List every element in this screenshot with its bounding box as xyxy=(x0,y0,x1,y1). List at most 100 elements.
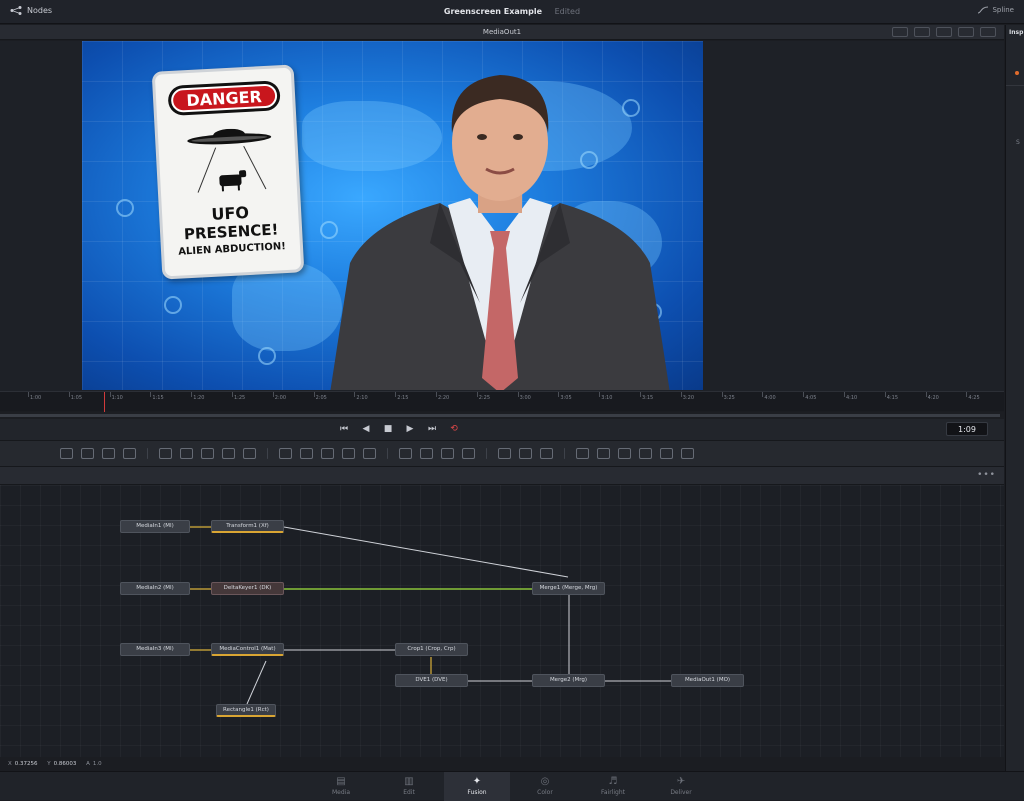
renderer3d-tool-icon[interactable] xyxy=(639,448,652,459)
image3d-tool-icon[interactable] xyxy=(681,448,694,459)
particle-emitter-tool-icon[interactable] xyxy=(498,448,511,459)
spline-toggle[interactable]: Spline xyxy=(978,6,1014,14)
node-deltakeyer1[interactable]: DeltaKeyer1 (DK) xyxy=(211,582,284,595)
ruler-tick xyxy=(436,392,437,397)
inspector-label[interactable]: Insp xyxy=(1009,29,1023,36)
ruler-tick xyxy=(517,392,519,397)
viewer-layout-icon[interactable] xyxy=(892,27,908,37)
particle-tool-icon[interactable] xyxy=(540,448,553,459)
wire-rectangle1-mediacontrol1 xyxy=(246,660,267,705)
viewer-more-icon[interactable] xyxy=(980,27,996,37)
page-tab-media[interactable]: ▤ Media xyxy=(308,772,374,801)
node-merge1[interactable]: Merge1 (Merge, Mrg) xyxy=(532,582,605,595)
page-tab-fusion[interactable]: ✦ Fusion xyxy=(444,772,510,801)
viewer-header: MediaOut1 xyxy=(0,25,1004,40)
node-mediaout1[interactable]: MediaOut1 (MO) xyxy=(671,674,744,687)
paint-tool-icon[interactable] xyxy=(123,448,136,459)
polygon-mask-tool-icon[interactable] xyxy=(441,448,454,459)
toolbar-separator xyxy=(486,448,487,459)
fairlight-page-icon: ♬ xyxy=(608,776,618,787)
status-y-value: 0.86003 xyxy=(53,761,77,767)
ruler-tick xyxy=(803,392,805,397)
scrub-bar[interactable] xyxy=(0,412,1004,419)
node-mediain1[interactable]: MediaIn1 (MI) xyxy=(120,520,190,533)
droplet-tool-icon[interactable] xyxy=(243,448,256,459)
shape3d-tool-icon[interactable] xyxy=(576,448,589,459)
node-editor-more-icon[interactable]: ••• xyxy=(977,470,996,480)
node-dve1[interactable]: DVE1 (DVE) xyxy=(395,674,468,687)
text-tool-icon[interactable] xyxy=(102,448,115,459)
page-tab-fairlight[interactable]: ♬ Fairlight xyxy=(580,772,646,801)
viewer-tools xyxy=(892,27,996,37)
node-mediain3[interactable]: MediaIn3 (MI) xyxy=(120,643,190,656)
loader-tool-icon[interactable] xyxy=(279,448,292,459)
node-transform1[interactable]: Transform1 (Xf) xyxy=(211,520,284,533)
page-tab-color[interactable]: ◎ Color xyxy=(512,772,578,801)
circle-mask-tool-icon[interactable] xyxy=(159,448,172,459)
node-mediacontrol1[interactable]: MediaControl1 (Mat) xyxy=(211,643,284,656)
edit-page-icon: ▥ xyxy=(404,776,414,787)
merge-tool-icon[interactable] xyxy=(321,448,334,459)
node-mediain2[interactable]: MediaIn2 (MI) xyxy=(120,582,190,595)
rectangle-tool-icon[interactable] xyxy=(399,448,412,459)
status-a-value: 1.0 xyxy=(92,761,102,767)
ruler-tick-label: 3:25 xyxy=(723,395,735,401)
viewer-scale-icon[interactable] xyxy=(914,27,930,37)
light3d-tool-icon[interactable] xyxy=(618,448,631,459)
ellipse-mask-tool-icon[interactable] xyxy=(420,448,433,459)
ruler-tick xyxy=(68,392,70,397)
ruler-tick-label: 4:00 xyxy=(764,395,776,401)
viewer-channels-icon[interactable] xyxy=(936,27,952,37)
bspline-tool-icon[interactable] xyxy=(201,448,214,459)
map-ring-3 xyxy=(258,347,276,365)
map-ring-2 xyxy=(164,296,182,314)
ruler-tick-label: 4:05 xyxy=(805,395,817,401)
node-merge2[interactable]: Merge2 (Mrg) xyxy=(532,674,605,687)
ruler-tick xyxy=(558,392,560,397)
play-reverse-button[interactable]: ◀ xyxy=(360,424,372,434)
transport-bar: ⏮ ◀ ■ ▶ ⏭ ⟲ 1:09 xyxy=(0,419,1004,441)
ruler-tick-label: 4:15 xyxy=(886,395,899,401)
particle-render-tool-icon[interactable] xyxy=(519,448,532,459)
channel-tool-icon[interactable] xyxy=(342,448,355,459)
ruler-tick xyxy=(232,392,233,397)
page-tab-deliver[interactable]: ✈ Deliver xyxy=(648,772,714,801)
polygon-tool-icon[interactable] xyxy=(180,448,193,459)
play-button[interactable]: ▶ xyxy=(404,424,416,434)
merge3d-tool-icon[interactable] xyxy=(660,448,673,459)
ruler-tick-label: 3:15 xyxy=(642,395,654,401)
viewer-split-icon[interactable] xyxy=(958,27,974,37)
media-page-icon: ▤ xyxy=(336,776,346,787)
camera3d-tool-icon[interactable] xyxy=(597,448,610,459)
toolbar-separator xyxy=(564,448,565,459)
transform-tool-icon[interactable] xyxy=(363,448,376,459)
ruler-tick xyxy=(599,392,601,397)
node-crop1[interactable]: Crop1 (Crop, Crp) xyxy=(395,643,468,656)
project-title-area: Greenscreen Example Edited xyxy=(0,7,1024,16)
loop-button[interactable]: ⟲ xyxy=(448,424,460,434)
go-to-start-button[interactable]: ⏮ xyxy=(338,424,350,434)
background-tool-icon[interactable] xyxy=(60,448,73,459)
viewer[interactable]: DANGER UFO PRESENCE! ALIEN ABDUCTION! xyxy=(0,41,1004,391)
go-to-end-button[interactable]: ⏭ xyxy=(426,424,438,434)
node-rectangle1[interactable]: Rectangle1 (Rct) xyxy=(216,704,276,717)
ruler-tick xyxy=(640,392,641,397)
ruler-tick-label: 1:20 xyxy=(193,395,205,401)
time-ruler[interactable]: 1:00 1:05 1:10 1:15 1:20 1:25 2:00 2:05 2:10 2:15… xyxy=(0,391,1004,412)
bspline-mask-tool-icon[interactable] xyxy=(462,448,475,459)
image-plane-tool-icon[interactable] xyxy=(81,448,94,459)
ruler-tick-label: 2:05 xyxy=(315,395,327,401)
page-tab-label: Deliver xyxy=(670,789,692,796)
status-y-label: Y xyxy=(47,761,51,767)
saver-tool-icon[interactable] xyxy=(300,448,313,459)
stop-button[interactable]: ■ xyxy=(382,424,394,434)
page-tab-edit[interactable]: ▥ Edit xyxy=(376,772,442,801)
ellipse-tool-icon[interactable] xyxy=(222,448,235,459)
status-x-value: 0.37256 xyxy=(14,761,38,767)
timecode-display[interactable]: 1:09 xyxy=(946,422,988,436)
inspector-divider xyxy=(1006,85,1024,86)
node-editor[interactable]: MediaIn1 (MI) Transform1 (Xf) MediaIn2 (… xyxy=(0,485,1004,757)
viewer-frame[interactable]: DANGER UFO PRESENCE! ALIEN ABDUCTION! xyxy=(82,41,703,390)
playhead[interactable] xyxy=(104,392,105,412)
danger-pill: DANGER xyxy=(167,80,281,117)
